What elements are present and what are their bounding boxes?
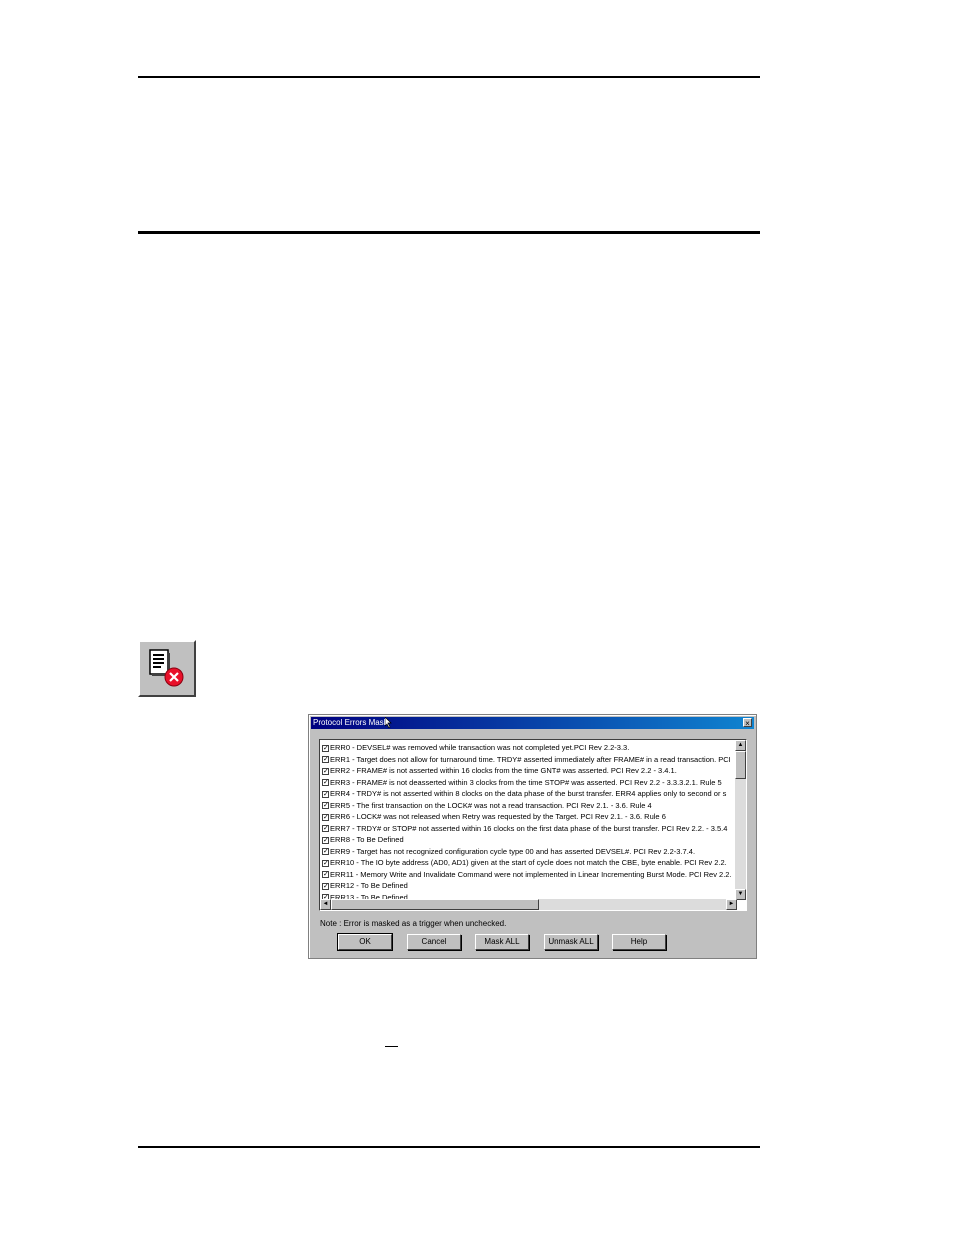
error-checkbox[interactable]: ✓ xyxy=(322,825,329,833)
scroll-up-icon[interactable]: ▲ xyxy=(735,740,746,751)
cancel-button[interactable]: Cancel xyxy=(407,934,461,950)
footer-rule xyxy=(138,1146,760,1148)
error-checkbox[interactable]: ✓ xyxy=(322,859,329,867)
error-item[interactable]: ✓ERR2 - FRAME# is not asserted within 16… xyxy=(322,765,734,777)
error-checkbox[interactable]: ✓ xyxy=(322,813,329,821)
vertical-scrollbar[interactable]: ▲ ▼ xyxy=(735,740,746,900)
error-item[interactable]: ✓ERR12 - To Be Defined xyxy=(322,880,734,892)
error-checkbox[interactable]: ✓ xyxy=(322,836,329,844)
overline-mark xyxy=(385,1046,398,1047)
close-icon[interactable]: × xyxy=(743,718,752,728)
error-item-label: ERR9 - Target has not recognized configu… xyxy=(330,846,696,856)
error-checkbox[interactable]: ✓ xyxy=(322,848,329,856)
error-item[interactable]: ✓ERR9 - Target has not recognized config… xyxy=(322,846,734,858)
help-button[interactable]: Help xyxy=(612,934,666,950)
error-item-label: ERR0 - DEVSEL# was removed while transac… xyxy=(330,743,630,752)
error-checkbox[interactable]: ✓ xyxy=(322,756,329,764)
mask-note: Note : Error is masked as a trigger when… xyxy=(320,919,507,928)
protocol-errors-mask-dialog: Protocol Errors Mask × ✓ERR0 - DEVSEL# w… xyxy=(308,714,757,959)
error-item-label: ERR8 - To Be Defined xyxy=(330,835,404,844)
vertical-scroll-thumb[interactable] xyxy=(735,751,746,779)
section-rule xyxy=(138,231,760,234)
error-item[interactable]: ✓ERR0 - DEVSEL# was removed while transa… xyxy=(322,742,734,754)
error-item-label: ERR3 - FRAME# is not deasserted within 3… xyxy=(330,777,722,787)
error-item[interactable]: ✓ERR4 - TRDY# is not asserted within 8 c… xyxy=(322,788,734,800)
error-item-label: ERR5 - The first transaction on the LOCK… xyxy=(330,800,652,810)
error-checkbox[interactable]: ✓ xyxy=(322,882,329,890)
scroll-right-icon[interactable]: ► xyxy=(726,899,737,910)
unmask-all-button[interactable]: Unmask ALL xyxy=(544,934,598,950)
error-item[interactable]: ✓ERR11 - Memory Write and Invalidate Com… xyxy=(322,869,734,881)
error-item-label: ERR1 - Target does not allow for turnaro… xyxy=(330,754,731,764)
error-item-label: ERR2 - FRAME# is not asserted within 16 … xyxy=(330,766,677,775)
error-item-label: ERR4 - TRDY# is not asserted within 8 cl… xyxy=(330,789,727,798)
ok-button[interactable]: OK xyxy=(337,933,393,951)
error-checkbox[interactable]: ✓ xyxy=(322,802,329,810)
error-item[interactable]: ✓ERR7 - TRDY# or STOP# not asserted with… xyxy=(322,823,734,835)
mask-all-button[interactable]: Mask ALL xyxy=(475,934,529,950)
horizontal-scrollbar[interactable]: ◄ ► xyxy=(320,899,737,910)
mouse-cursor-icon xyxy=(385,717,392,728)
error-list[interactable]: ✓ERR0 - DEVSEL# was removed while transa… xyxy=(319,739,747,911)
error-item[interactable]: ✓ERR6 - LOCK# was not released when Retr… xyxy=(322,811,734,823)
error-item-label: ERR6 - LOCK# was not released when Retry… xyxy=(330,812,666,821)
error-item-label: ERR12 - To Be Defined xyxy=(330,881,408,890)
horizontal-scroll-thumb[interactable] xyxy=(331,899,539,910)
error-checkbox[interactable]: ✓ xyxy=(322,790,329,798)
error-checkbox[interactable]: ✓ xyxy=(322,767,329,775)
error-item-label: ERR11 - Memory Write and Invalidate Comm… xyxy=(330,869,732,879)
dialog-title: Protocol Errors Mask xyxy=(313,718,388,727)
error-item[interactable]: ✓ERR5 - The first transaction on the LOC… xyxy=(322,800,734,812)
error-item-label: ERR10 - The IO byte address (AD0, AD1) g… xyxy=(330,858,727,867)
error-checkbox[interactable]: ✓ xyxy=(322,744,329,752)
error-item[interactable]: ✓ERR8 - To Be Defined xyxy=(322,834,734,846)
error-checkbox[interactable]: ✓ xyxy=(322,871,329,879)
error-items: ✓ERR0 - DEVSEL# was removed while transa… xyxy=(322,742,734,900)
error-checkbox[interactable]: ✓ xyxy=(322,779,329,787)
error-item-label: ERR7 - TRDY# or STOP# not asserted withi… xyxy=(330,823,728,833)
error-item[interactable]: ✓ERR10 - The IO byte address (AD0, AD1) … xyxy=(322,857,734,869)
protocol-errors-mask-toolbar-button[interactable] xyxy=(138,640,196,697)
error-item[interactable]: ✓ERR1 - Target does not allow for turnar… xyxy=(322,754,734,766)
protocol-errors-mask-icon xyxy=(149,649,184,687)
header-rule xyxy=(138,76,760,78)
scroll-left-icon[interactable]: ◄ xyxy=(320,899,331,910)
dialog-titlebar[interactable]: Protocol Errors Mask × xyxy=(311,717,754,729)
error-item[interactable]: ✓ERR3 - FRAME# is not deasserted within … xyxy=(322,777,734,789)
